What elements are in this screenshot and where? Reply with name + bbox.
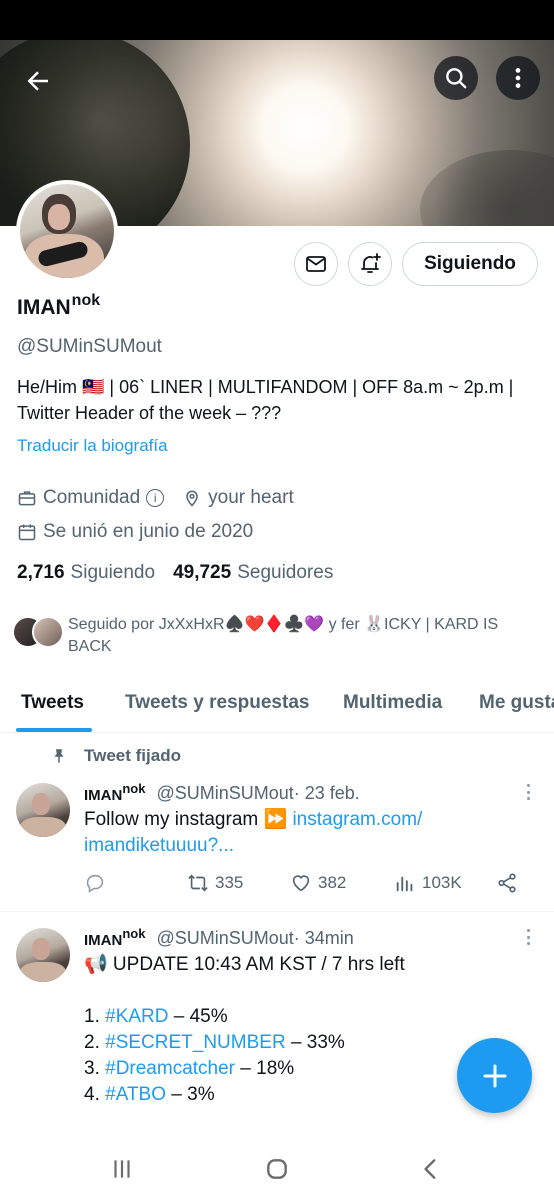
profile-tabs: Tweets Tweets y respuestas Multimedia Me… — [0, 680, 554, 733]
hashtag-link[interactable]: #KARD — [105, 1006, 168, 1027]
tab-media[interactable]: Multimedia — [343, 692, 442, 714]
tweet-actions: 335 382 103K — [84, 872, 524, 898]
compose-tweet-button[interactable] — [457, 1038, 532, 1113]
profile-name-text: IMAN — [17, 296, 71, 319]
share-icon — [498, 873, 516, 893]
search-button[interactable] — [434, 56, 478, 100]
more-vertical-icon — [515, 68, 521, 88]
tab-tweets-replies[interactable]: Tweets y respuestas — [125, 692, 309, 714]
tweet-divider — [0, 911, 554, 912]
retweet-count: 335 — [215, 873, 244, 892]
mail-icon — [306, 256, 326, 272]
followers-stat[interactable]: 49,725 Seguidores — [173, 562, 333, 584]
like-button[interactable]: 382 — [290, 872, 346, 894]
joined-date: Se unió en junio de 2020 — [43, 521, 254, 542]
tweet-time: · 34min — [293, 928, 354, 948]
tweet-link[interactable]: imandiketuuuu?... — [84, 835, 234, 856]
views-button[interactable]: 103K — [394, 872, 462, 894]
recents-icon — [114, 1160, 130, 1178]
search-icon — [446, 68, 467, 89]
tweet-author-name[interactable]: IMAN — [84, 787, 122, 804]
profile-meta-row: Comunidad i your heart — [17, 487, 294, 509]
android-nav-bar — [0, 1138, 554, 1200]
recents-button[interactable] — [107, 1154, 137, 1184]
tweet-avatar[interactable] — [16, 928, 70, 982]
pin-icon — [54, 749, 64, 763]
share-button[interactable] — [496, 872, 524, 894]
tab-likes[interactable]: Me gusta — [479, 692, 554, 714]
profile-name: IMAN nok — [17, 292, 106, 320]
following-count: 2,716 — [17, 562, 65, 583]
heart-icon — [292, 875, 310, 892]
tweet-more-button[interactable] — [518, 782, 538, 802]
profile-joined-row: Se unió en junio de 2020 — [17, 521, 253, 543]
tweet-header: IMAN nok @SUMinSUMout · 34min — [84, 926, 354, 949]
like-count: 382 — [318, 873, 347, 892]
follow-stats: 2,716 Siguiendo 49,725 Seguidores — [17, 562, 333, 584]
reply-icon — [86, 874, 104, 893]
profile-avatar[interactable] — [16, 180, 118, 282]
tweet-author-sup: nok — [122, 781, 146, 796]
tweet-author-handle: @SUMinSUMout — [156, 928, 294, 948]
views-chart-icon — [396, 876, 413, 892]
back-button[interactable] — [16, 59, 60, 103]
avatar — [32, 616, 64, 648]
plus-icon — [483, 1064, 506, 1087]
retweet-button[interactable]: 335 — [187, 872, 243, 894]
tweet-author-sup: nok — [122, 926, 146, 941]
more-options-button[interactable] — [496, 56, 540, 100]
profile-bio: He/Him 🇲🇾 | 06` LINER | MULTIFANDOM | OF… — [17, 374, 547, 426]
followed-by[interactable]: Seguido por JxXxHxR♠️❤️♦️♣️💜 y fer 🐰ICKY… — [12, 614, 542, 658]
pinned-tweet-label: Tweet fijado — [50, 746, 181, 766]
chevron-left-icon — [424, 1159, 436, 1179]
calendar-icon — [18, 524, 36, 541]
home-button[interactable] — [262, 1154, 292, 1184]
arrow-left-icon — [27, 71, 48, 91]
banner-foliage — [420, 150, 554, 226]
active-tab-indicator — [16, 728, 92, 732]
following-button[interactable]: Siguiendo — [402, 242, 538, 286]
notifications-button[interactable] — [348, 242, 392, 286]
tweet-more-button[interactable] — [518, 927, 538, 947]
tweet-text: Follow my instagram ⏩ instagram.com/ ima… — [84, 809, 423, 856]
info-icon[interactable]: i — [146, 489, 165, 507]
home-icon — [267, 1159, 287, 1179]
system-back-button[interactable] — [416, 1154, 446, 1184]
ranking-item: 1. #KARD – 45% — [84, 1006, 228, 1027]
message-button[interactable] — [294, 242, 338, 286]
tweet-header: IMAN nok @SUMinSUMout · 23 feb. — [84, 781, 360, 804]
reply-button[interactable] — [84, 872, 112, 894]
status-bar — [0, 0, 554, 40]
bio-line: Twitter Header of the week – ??? — [17, 403, 282, 423]
retweet-icon — [188, 874, 208, 892]
profile-handle: @SUMinSUMout — [17, 336, 162, 357]
location-pin-icon — [186, 490, 198, 507]
tweet-author-name[interactable]: IMAN — [84, 932, 122, 949]
followers-label: Seguidores — [237, 562, 334, 583]
hashtag-link[interactable]: #SECRET_NUMBER — [105, 1032, 286, 1053]
bio-line: He/Him 🇲🇾 | 06` LINER | MULTIFANDOM | OF… — [17, 377, 514, 397]
views-count: 103K — [422, 873, 462, 892]
followers-count: 49,725 — [173, 562, 232, 583]
tweet-avatar[interactable] — [16, 783, 70, 837]
tweet-author-handle: @SUMinSUMout — [156, 783, 294, 803]
tweet-link[interactable]: instagram.com/ — [292, 809, 422, 830]
tweet-time: · 23 feb. — [293, 783, 360, 803]
community-label[interactable]: Comunidad — [43, 487, 140, 509]
translate-bio-link[interactable]: Traducir la biografía — [17, 436, 168, 456]
following-label: Siguiendo — [70, 562, 156, 583]
hashtag-link[interactable]: #Dreamcatcher — [105, 1058, 235, 1079]
location-text: your heart — [208, 487, 294, 508]
profile-name-sup: nok — [71, 292, 101, 309]
follower-avatars — [12, 614, 66, 650]
tab-tweets[interactable]: Tweets — [21, 692, 84, 714]
ranking-item: 2. #SECRET_NUMBER – 33% — [84, 1032, 345, 1053]
briefcase-icon — [18, 491, 36, 506]
hashtag-link[interactable]: #ATBO — [105, 1084, 166, 1105]
location: your heart — [182, 487, 294, 509]
followed-by-text: Seguido por JxXxHxR♠️❤️♦️♣️💜 y fer 🐰ICKY… — [68, 616, 499, 655]
bell-plus-icon — [361, 253, 381, 273]
following-stat[interactable]: 2,716 Siguiendo — [17, 562, 155, 584]
